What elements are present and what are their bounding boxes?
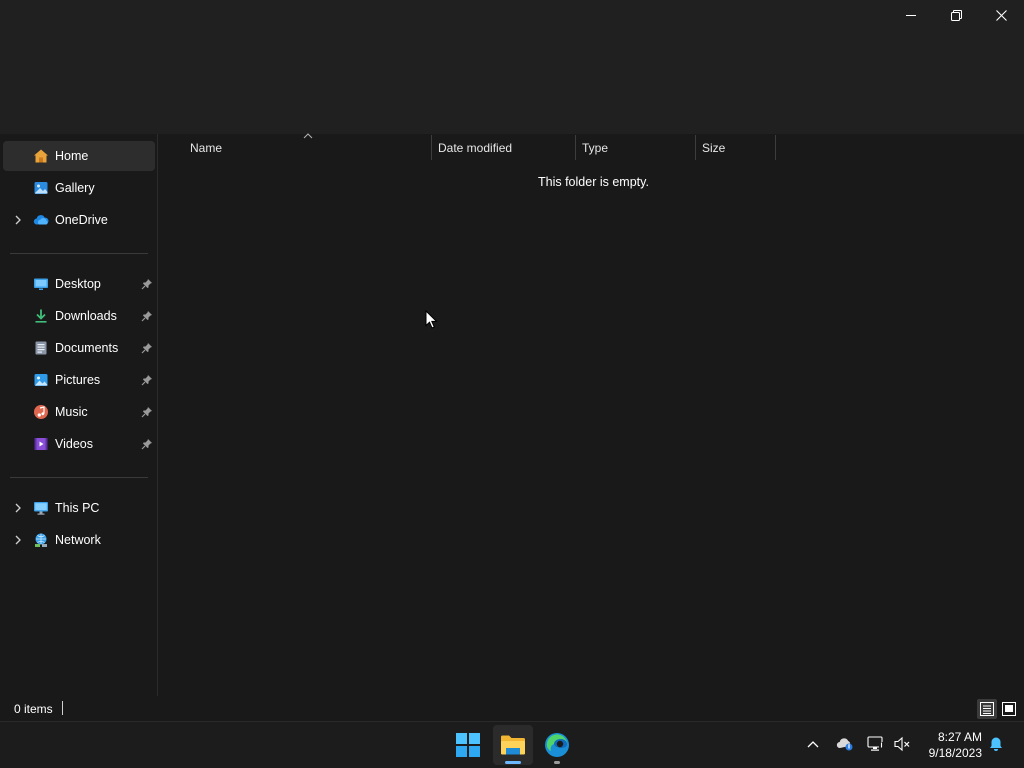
downloads-folder-icon [35, 309, 47, 323]
large-icons-view-icon [1002, 702, 1016, 716]
item-count: 0 items [14, 702, 53, 716]
minimize-button[interactable] [889, 0, 934, 30]
restore-icon [951, 9, 962, 21]
chevron-right-icon[interactable] [12, 214, 24, 226]
nav-item-desktop[interactable]: Desktop [3, 269, 155, 299]
chevron-up-icon [807, 741, 819, 748]
nav-label: Documents [55, 341, 119, 355]
music-folder-icon [34, 405, 48, 419]
nav-divider [10, 253, 148, 254]
documents-folder-icon [35, 341, 47, 355]
pin-icon[interactable] [141, 406, 153, 418]
nav-label: Gallery [55, 181, 95, 195]
notification-button[interactable] [987, 735, 1005, 753]
network-icon [35, 533, 47, 547]
nav-item-documents[interactable]: Documents [3, 333, 155, 363]
column-label: Date modified [438, 141, 513, 155]
mouse-cursor-icon [425, 310, 438, 329]
this-pc-icon [34, 502, 48, 515]
nav-divider [10, 477, 148, 478]
videos-folder-icon [34, 438, 48, 450]
pin-icon[interactable] [141, 278, 153, 290]
column-header-date-modified[interactable]: Date modified [432, 134, 575, 161]
title-bar [0, 0, 1024, 134]
nav-item-pictures[interactable]: Pictures [3, 365, 155, 395]
column-label: Size [702, 141, 726, 155]
chevron-right-icon[interactable] [12, 534, 24, 546]
nav-item-this-pc[interactable]: This PC [3, 493, 155, 523]
pin-icon[interactable] [141, 342, 153, 354]
onedrive-status-icon [836, 738, 853, 751]
column-label: Type [582, 141, 609, 155]
nav-label: Videos [55, 437, 93, 451]
column-label: Name [190, 141, 223, 155]
status-bar: 0 items [0, 696, 1024, 721]
large-icons-view-button[interactable] [999, 699, 1019, 719]
pin-icon[interactable] [141, 438, 153, 450]
pin-icon[interactable] [141, 310, 153, 322]
window-controls [889, 0, 1024, 30]
nav-item-videos[interactable]: Videos [3, 429, 155, 459]
nav-item-gallery[interactable]: Gallery [3, 173, 155, 203]
clock-date: 9/18/2023 [928, 746, 982, 760]
nav-label: Downloads [55, 309, 117, 323]
close-icon [996, 9, 1007, 21]
minimize-icon [906, 14, 916, 16]
desktop-folder-icon [34, 278, 48, 290]
navigation-pane: Home Gallery OneDrive Desktop Downloads … [0, 134, 158, 696]
details-view-icon [980, 702, 994, 716]
close-button[interactable] [979, 0, 1024, 30]
nav-item-home[interactable]: Home [3, 141, 155, 171]
pictures-folder-icon [34, 374, 48, 386]
nav-label: Pictures [55, 373, 101, 387]
active-app-indicator [505, 761, 521, 764]
pin-icon[interactable] [141, 374, 153, 386]
notification-bell-icon [990, 737, 1002, 751]
taskbar-edge[interactable] [537, 725, 577, 765]
gallery-icon [34, 182, 48, 194]
column-header-size[interactable]: Size [696, 134, 775, 161]
show-hidden-icons-button[interactable] [804, 735, 822, 753]
nav-item-onedrive[interactable]: OneDrive [3, 205, 155, 235]
nav-label: Music [55, 405, 88, 419]
start-button[interactable] [448, 725, 488, 765]
restore-button[interactable] [934, 0, 979, 30]
nav-label: Desktop [55, 277, 101, 291]
onedrive-icon [33, 215, 49, 225]
chevron-right-icon[interactable] [12, 502, 24, 514]
nav-item-downloads[interactable]: Downloads [3, 301, 155, 331]
volume-muted-icon [894, 736, 910, 752]
nav-label: OneDrive [55, 213, 108, 227]
column-header-name[interactable]: Name [159, 133, 431, 161]
running-app-indicator [554, 761, 560, 764]
taskbar: 8:27 AM 9/18/2023 [0, 721, 1024, 768]
column-header-type[interactable]: Type [576, 134, 695, 161]
network-status-icon [867, 736, 884, 751]
system-clock[interactable]: 8:27 AM 9/18/2023 [920, 729, 982, 761]
home-icon [34, 149, 48, 163]
onedrive-status-button[interactable] [836, 735, 854, 753]
taskbar-file-explorer[interactable] [493, 725, 533, 765]
file-list-pane[interactable]: Name Date modified Type Size This folder… [159, 133, 1024, 696]
details-view-button[interactable] [977, 699, 997, 719]
network-status-button[interactable] [867, 735, 885, 753]
clock-time: 8:27 AM [937, 730, 982, 744]
sort-ascending-icon [303, 133, 313, 139]
empty-folder-message: This folder is empty. [538, 175, 649, 189]
nav-label: This PC [55, 501, 100, 515]
edge-icon [545, 733, 569, 757]
nav-label: Home [55, 149, 89, 163]
status-divider [62, 701, 63, 715]
start-icon [456, 733, 480, 757]
volume-button[interactable] [893, 735, 911, 753]
nav-label: Network [55, 533, 101, 547]
nav-item-network[interactable]: Network [3, 525, 155, 555]
file-explorer-icon [501, 735, 525, 755]
column-divider[interactable] [775, 135, 776, 160]
nav-item-music[interactable]: Music [3, 397, 155, 427]
